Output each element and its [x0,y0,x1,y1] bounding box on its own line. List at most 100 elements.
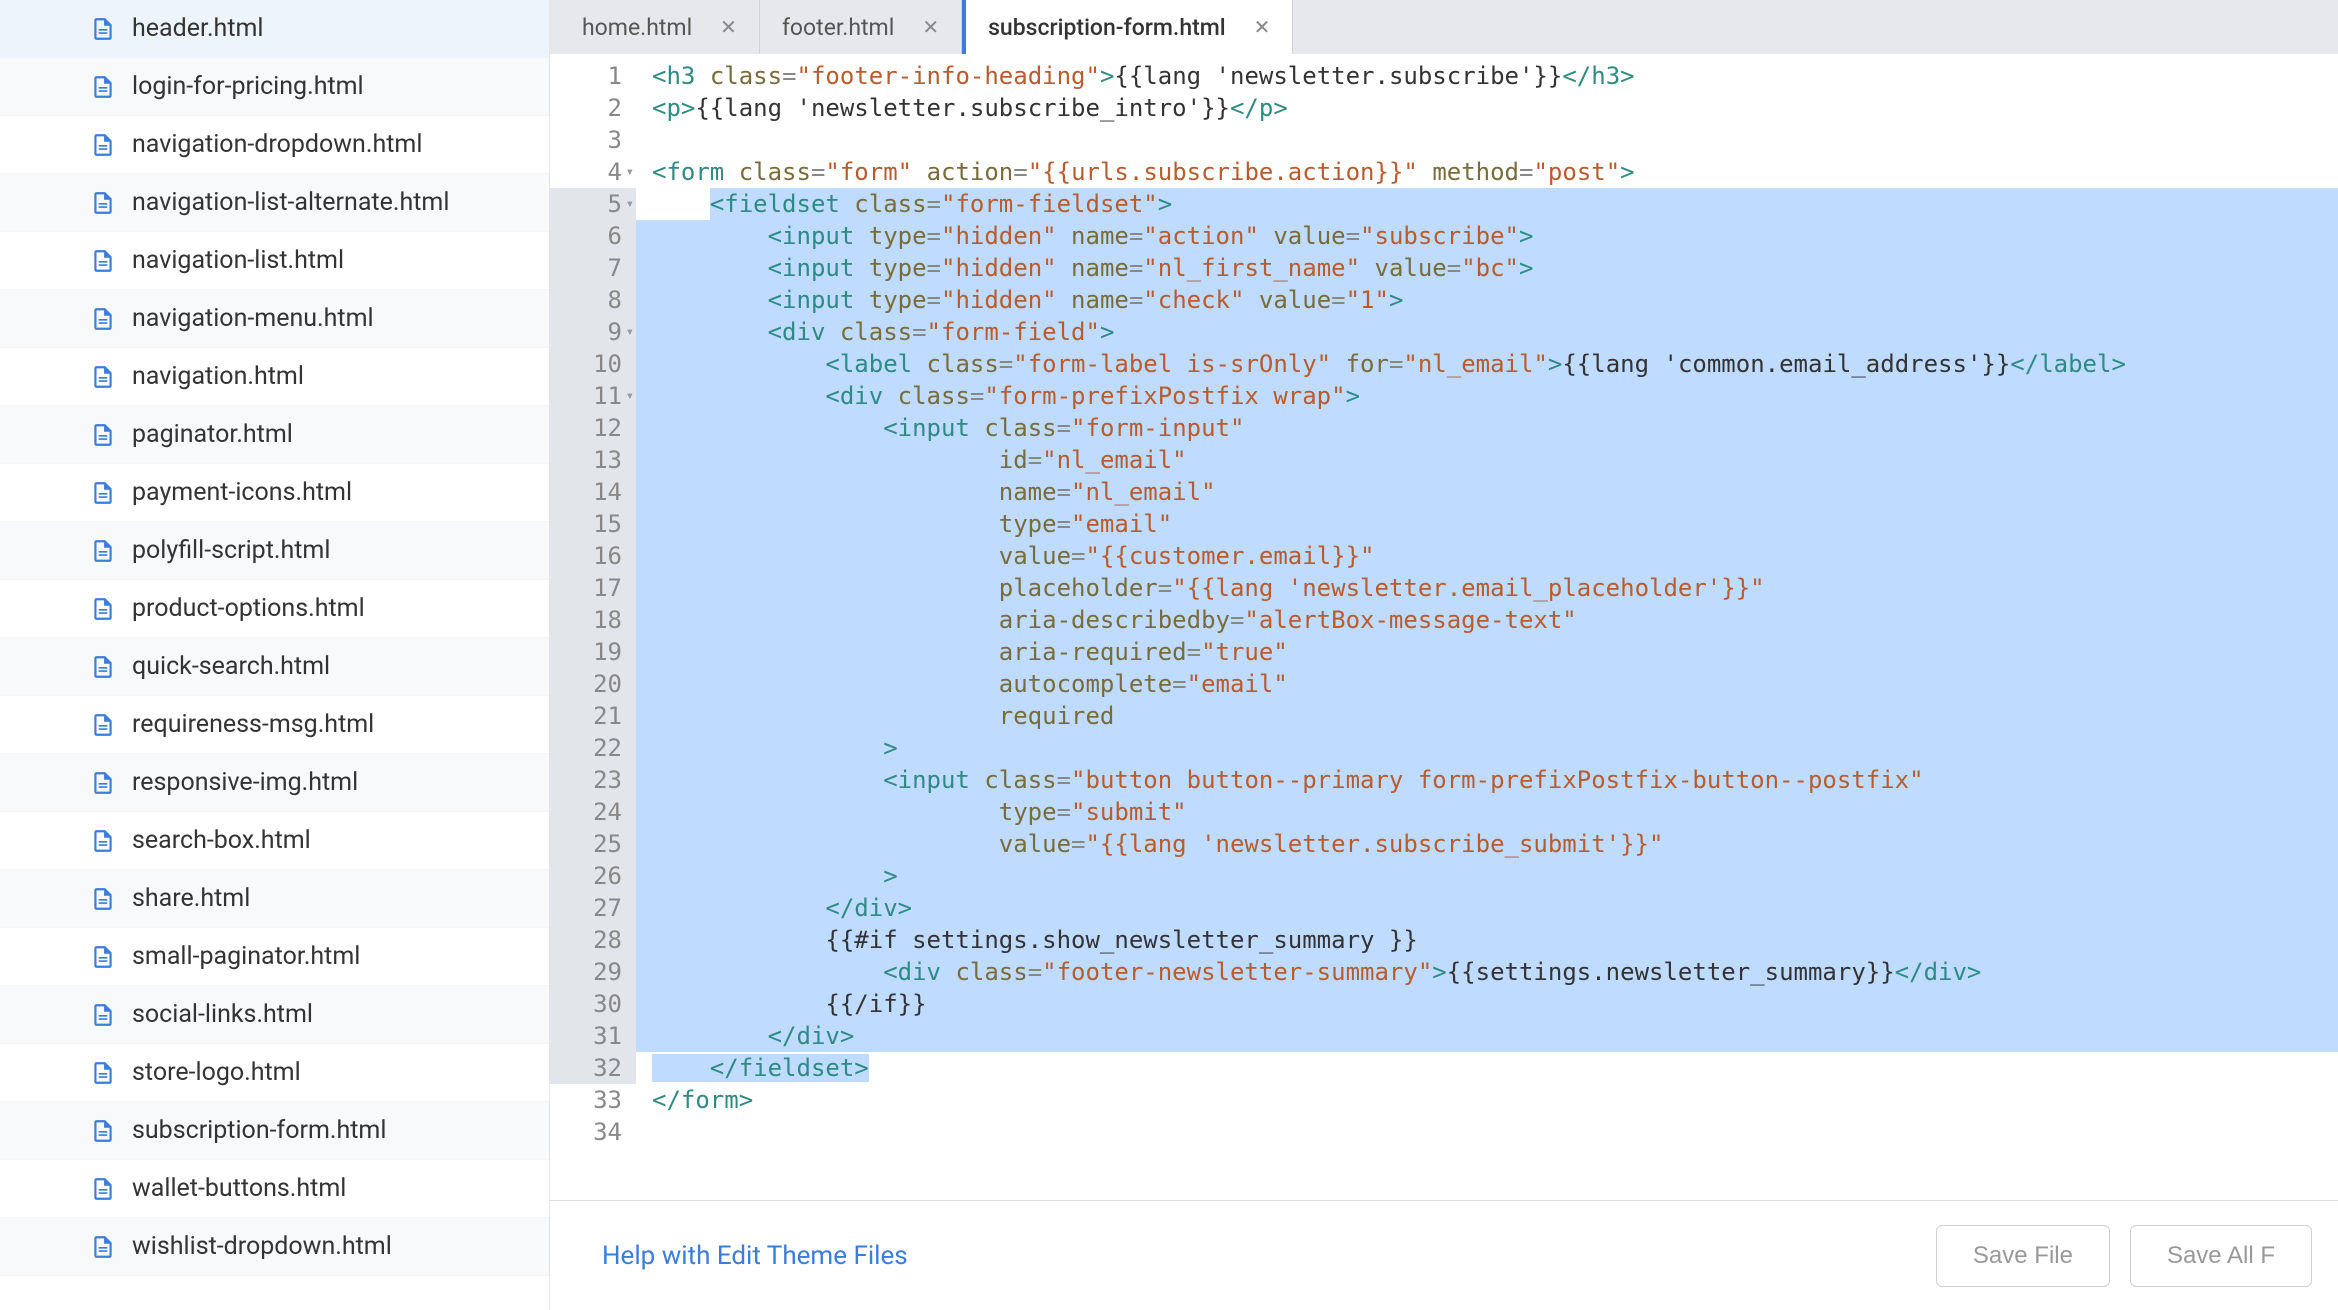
file-item[interactable]: quick-search.html [0,638,549,696]
code-line[interactable]: <form class="form" action="{{urls.subscr… [636,156,2338,188]
gutter-line: 16 [550,540,636,572]
editor-tab[interactable]: subscription-form.html ✕ [962,0,1293,54]
file-item-label: requireness-msg.html [132,710,374,739]
file-item[interactable]: paginator.html [0,406,549,464]
code-line[interactable]: value="{{customer.email}}" [636,540,2338,572]
code-line[interactable]: </fieldset> [636,1052,2338,1084]
code-line[interactable]: value="{{lang 'newsletter.subscribe_subm… [636,828,2338,860]
code-line[interactable]: > [636,860,2338,892]
code-line[interactable]: <h3 class="footer-info-heading">{{lang '… [636,60,2338,92]
code-line[interactable]: type="submit" [636,796,2338,828]
fold-marker-icon[interactable]: ▾ [626,316,634,348]
code-line[interactable]: </form> [636,1084,2338,1116]
file-item-label: search-box.html [132,826,311,855]
file-item-label: navigation.html [132,362,304,391]
code-line[interactable]: {{#if settings.show_newsletter_summary }… [636,924,2338,956]
code-line[interactable]: <input class="form-input" [636,412,2338,444]
file-item[interactable]: social-links.html [0,986,549,1044]
file-item[interactable]: login-for-pricing.html [0,58,549,116]
editor-code-area[interactable]: <h3 class="footer-info-heading">{{lang '… [636,54,2338,1200]
file-item[interactable]: navigation-dropdown.html [0,116,549,174]
file-item[interactable]: payment-icons.html [0,464,549,522]
code-line[interactable]: aria-describedby="alertBox-message-text" [636,604,2338,636]
code-line[interactable] [636,1116,2338,1148]
code-line[interactable]: aria-required="true" [636,636,2338,668]
save-all-button[interactable]: Save All F [2130,1225,2312,1287]
gutter-line: 24 [550,796,636,828]
file-item[interactable]: share.html [0,870,549,928]
code-line[interactable]: {{/if}} [636,988,2338,1020]
close-icon[interactable]: ✕ [1254,15,1271,39]
code-line[interactable] [636,124,2338,156]
fold-marker-icon[interactable]: ▾ [626,156,634,188]
close-icon[interactable]: ✕ [720,15,737,39]
file-icon [90,944,116,970]
file-item[interactable]: navigation-list.html [0,232,549,290]
fold-marker-icon[interactable]: ▾ [626,380,634,412]
code-line[interactable]: <input type="hidden" name="check" value=… [636,284,2338,316]
code-line[interactable]: <input type="hidden" name="action" value… [636,220,2338,252]
file-item[interactable]: polyfill-script.html [0,522,549,580]
code-line[interactable]: <div class="form-prefixPostfix wrap"> [636,380,2338,412]
file-item-label: responsive-img.html [132,768,358,797]
code-line[interactable]: <p>{{lang 'newsletter.subscribe_intro'}}… [636,92,2338,124]
fold-marker-icon[interactable]: ▾ [626,188,634,220]
code-line[interactable]: <fieldset class="form-fieldset"> [636,188,2338,220]
gutter-line: 34 [550,1116,636,1148]
file-item-label: small-paginator.html [132,942,360,971]
code-line[interactable]: <input type="hidden" name="nl_first_name… [636,252,2338,284]
editor-tab[interactable]: home.html✕ [560,0,760,54]
tab-label: subscription-form.html [988,14,1226,41]
file-item[interactable]: navigation.html [0,348,549,406]
code-line[interactable]: </div> [636,1020,2338,1052]
gutter-line: 12 [550,412,636,444]
code-editor[interactable]: 1234▾5▾6789▾1011▾12131415161718192021222… [550,54,2338,1200]
gutter-line: 9▾ [550,316,636,348]
file-icon [90,422,116,448]
file-tree-sidebar[interactable]: header.htmllogin-for-pricing.htmlnavigat… [0,0,550,1310]
editor-footer: Help with Edit Theme Files Save File Sav… [550,1200,2338,1310]
file-item[interactable]: navigation-list-alternate.html [0,174,549,232]
code-line[interactable]: id="nl_email" [636,444,2338,476]
file-icon [90,1234,116,1260]
code-line[interactable]: placeholder="{{lang 'newsletter.email_pl… [636,572,2338,604]
file-item[interactable]: navigation-menu.html [0,290,549,348]
close-icon[interactable]: ✕ [922,15,939,39]
editor-tab[interactable]: footer.html✕ [760,0,962,54]
code-line[interactable]: autocomplete="email" [636,668,2338,700]
gutter-line: 4▾ [550,156,636,188]
file-item[interactable]: search-box.html [0,812,549,870]
code-line[interactable]: <div class="form-field"> [636,316,2338,348]
gutter-line: 33 [550,1084,636,1116]
code-line[interactable]: > [636,732,2338,764]
file-item[interactable]: wishlist-dropdown.html [0,1218,549,1276]
code-line[interactable]: <div class="footer-newsletter-summary">{… [636,956,2338,988]
code-line[interactable]: </div> [636,892,2338,924]
code-line[interactable]: <input class="button button--primary for… [636,764,2338,796]
gutter-line: 30 [550,988,636,1020]
file-item[interactable]: subscription-form.html [0,1102,549,1160]
save-file-button[interactable]: Save File [1936,1225,2110,1287]
code-line[interactable]: required [636,700,2338,732]
file-item[interactable]: store-logo.html [0,1044,549,1102]
file-item[interactable]: product-options.html [0,580,549,638]
file-icon [90,1060,116,1086]
gutter-line: 11▾ [550,380,636,412]
file-item[interactable]: responsive-img.html [0,754,549,812]
code-line[interactable]: name="nl_email" [636,476,2338,508]
file-item[interactable]: wallet-buttons.html [0,1160,549,1218]
file-icon [90,74,116,100]
gutter-line: 14 [550,476,636,508]
file-item[interactable]: header.html [0,0,549,58]
code-line[interactable]: type="email" [636,508,2338,540]
editor-tabs: home.html✕footer.html✕subscription-form.… [550,0,2338,54]
file-item-label: subscription-form.html [132,1116,386,1145]
file-icon [90,828,116,854]
file-icon [90,190,116,216]
file-item[interactable]: small-paginator.html [0,928,549,986]
file-icon [90,654,116,680]
code-line[interactable]: <label class="form-label is-srOnly" for=… [636,348,2338,380]
file-icon [90,712,116,738]
help-link[interactable]: Help with Edit Theme Files [602,1241,908,1271]
file-item[interactable]: requireness-msg.html [0,696,549,754]
